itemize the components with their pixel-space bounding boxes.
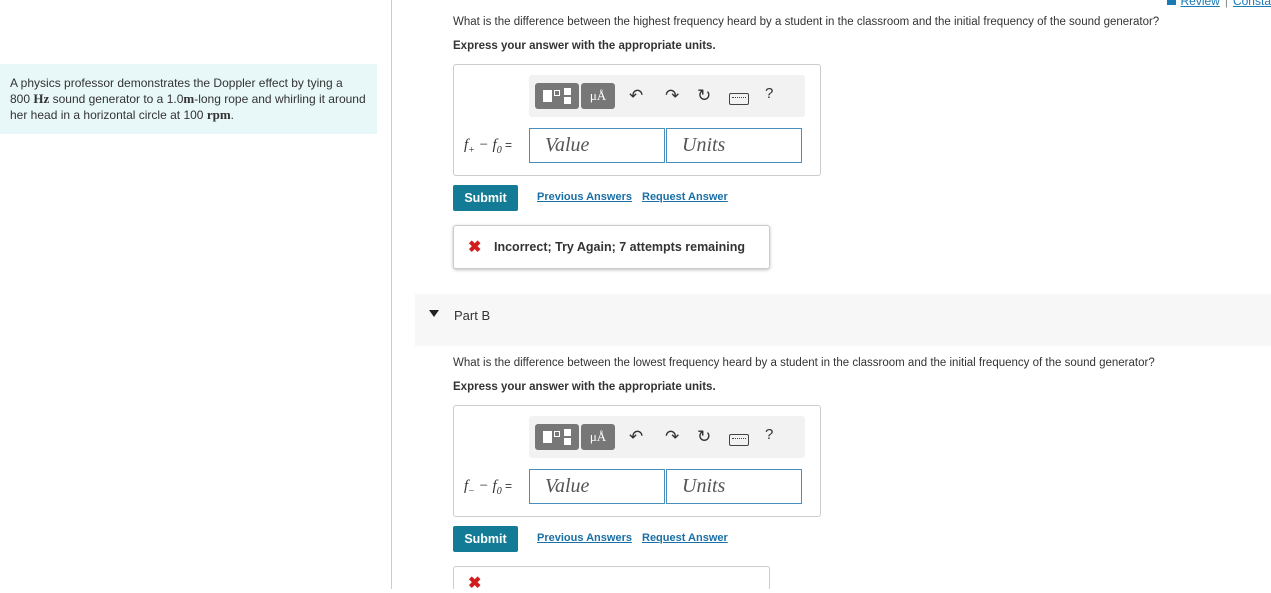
keyboard-icon[interactable] <box>729 93 749 105</box>
part-b-math-toolbar: μÅ ↶ ↷ ↻ ? <box>529 416 805 458</box>
intro-length-unit: m <box>183 91 195 106</box>
review-link[interactable]: Review <box>1180 0 1219 8</box>
reset-icon[interactable]: ↻ <box>697 86 711 106</box>
part-a-value-input[interactable]: Value <box>529 128 665 163</box>
incorrect-icon: ✖ <box>468 239 482 256</box>
part-b-question: What is the difference between the lowes… <box>453 357 1155 369</box>
part-b-title: Part B <box>454 308 491 323</box>
undo-icon[interactable]: ↶ <box>629 86 643 106</box>
reset-icon[interactable]: ↻ <box>697 427 711 447</box>
templates-icon[interactable] <box>535 83 579 109</box>
part-b-equation-label: f− − f0 = <box>464 478 513 497</box>
intro-frequency-value: 800 <box>10 92 31 106</box>
intro-text-2: sound generator to a <box>49 92 167 106</box>
intro-frequency-unit: Hz <box>33 91 50 106</box>
units-symbol-button[interactable]: μÅ <box>581 424 615 450</box>
part-b-answer-box: μÅ ↶ ↷ ↻ ? f− − f0 = Value Units <box>453 405 821 517</box>
collapse-triangle-icon[interactable] <box>429 310 439 317</box>
part-a-request-answer-link[interactable]: Request Answer <box>642 191 728 203</box>
part-a-math-toolbar: μÅ ↶ ↷ ↻ ? <box>529 75 805 117</box>
constants-link[interactable]: Consta <box>1233 0 1271 8</box>
part-b-instruction: Express your answer with the appropriate… <box>453 381 716 393</box>
part-b-feedback-partial: ✖ <box>453 566 770 592</box>
part-a-question: What is the difference between the highe… <box>453 16 1160 28</box>
part-a-answer-box: μÅ ↶ ↷ ↻ ? f+ − f0 = Value Units <box>453 64 821 176</box>
redo-icon[interactable]: ↷ <box>665 427 679 447</box>
top-nav: Review | Consta <box>1167 0 1271 8</box>
help-icon[interactable]: ? <box>765 426 773 443</box>
intro-text-1: A physics professor demonstrates the Dop… <box>10 76 343 90</box>
intro-length-value: 1.0 <box>166 92 184 106</box>
part-a-submit-button[interactable]: Submit <box>453 185 518 211</box>
part-b-units-input[interactable]: Units <box>666 469 802 504</box>
part-b-request-answer-link[interactable]: Request Answer <box>642 532 728 544</box>
feedback-text: Incorrect; Try Again; 7 attempts remaini… <box>494 240 745 254</box>
book-icon <box>1167 0 1177 6</box>
part-b-header[interactable]: Part B <box>415 294 1271 346</box>
incorrect-icon: ✖ <box>468 575 482 592</box>
part-a-previous-answers-link[interactable]: Previous Answers <box>537 191 632 203</box>
part-b-previous-answers-link[interactable]: Previous Answers <box>537 532 632 544</box>
intro-rpm-value: 100 <box>183 108 204 122</box>
problem-intro: A physics professor demonstrates the Dop… <box>0 64 377 134</box>
keyboard-icon[interactable] <box>729 434 749 446</box>
units-symbol-button[interactable]: μÅ <box>581 83 615 109</box>
problem-panel: A physics professor demonstrates the Dop… <box>0 0 392 589</box>
part-a-instruction: Express your answer with the appropriate… <box>453 40 716 52</box>
part-b-value-input[interactable]: Value <box>529 469 665 504</box>
part-a-equation-label: f+ − f0 = <box>464 137 513 156</box>
part-b-submit-button[interactable]: Submit <box>453 526 518 552</box>
intro-rpm-unit: rpm <box>206 107 231 122</box>
help-icon[interactable]: ? <box>765 85 773 102</box>
part-a-feedback: ✖ Incorrect; Try Again; 7 attempts remai… <box>453 225 770 269</box>
redo-icon[interactable]: ↷ <box>665 86 679 106</box>
templates-icon[interactable] <box>535 424 579 450</box>
intro-text-4: . <box>230 108 234 122</box>
part-a-units-input[interactable]: Units <box>666 128 802 163</box>
undo-icon[interactable]: ↶ <box>629 427 643 447</box>
